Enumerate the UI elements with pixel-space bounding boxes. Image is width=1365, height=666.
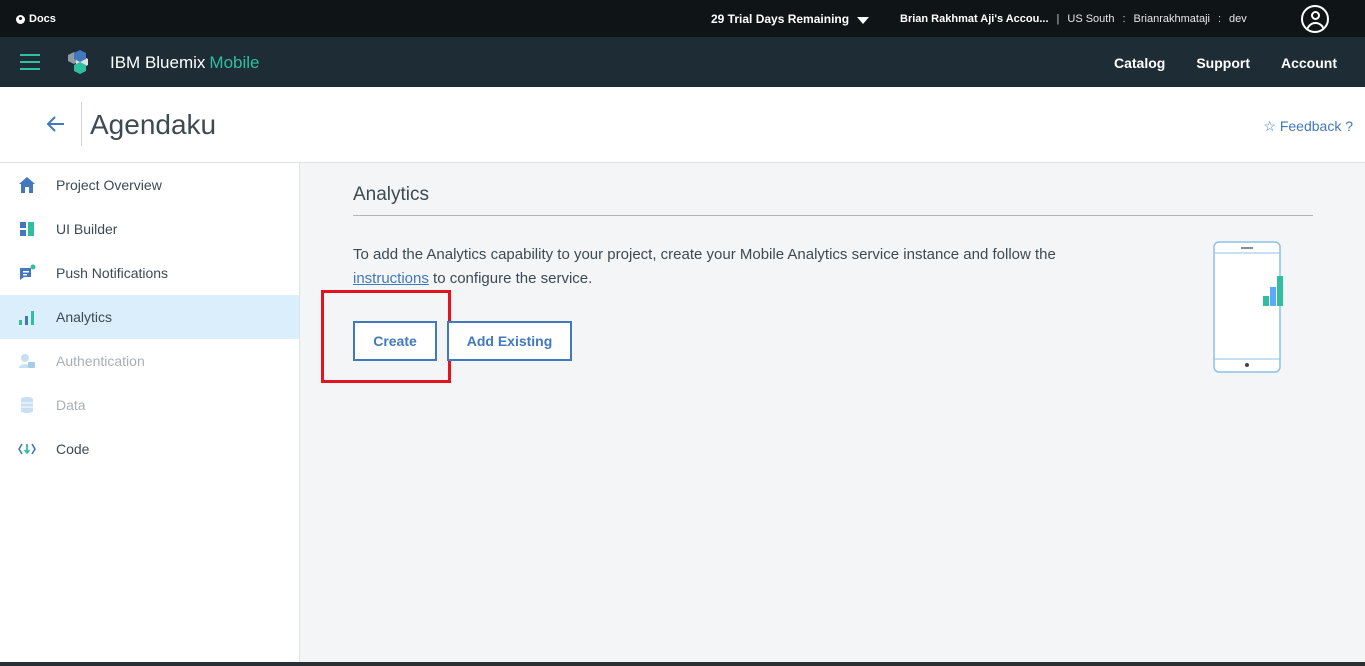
sidebar-item-data[interactable]: Data [0, 383, 299, 427]
sidebar-item-ui-builder[interactable]: UI Builder [0, 207, 299, 251]
header-divider [81, 102, 82, 146]
description-text-end: to configure the service. [428, 270, 593, 287]
brand-bar: IBM Bluemix Mobile Catalog Support Accoun… [0, 37, 1365, 87]
sidebar-item-label: UI Builder [56, 221, 118, 237]
org-label: Brianrakhmataji [1133, 13, 1210, 25]
brand-title: IBM Bluemix [110, 53, 206, 72]
sidebar-item-label: Project Overview [56, 177, 162, 193]
nav-account[interactable]: Account [1281, 55, 1337, 71]
analytics-icon [19, 311, 34, 325]
docs-label: Docs [29, 13, 56, 25]
back-arrow-icon[interactable] [46, 113, 66, 135]
bluemix-logo-icon [68, 50, 88, 74]
database-icon [21, 397, 33, 413]
docs-icon [16, 14, 25, 24]
separator: : [1122, 13, 1126, 25]
sidebar-item-analytics[interactable]: Analytics [0, 295, 299, 339]
trial-days-label: 29 Trial Days Remaining [711, 12, 850, 26]
instructions-link[interactable]: instructions [353, 270, 429, 287]
sidebar: Project Overview UI Builder Push Notific… [0, 163, 300, 666]
trial-days-dropdown[interactable]: 29 Trial Days Remaining [711, 12, 870, 26]
top-utility-bar: Docs 29 Trial Days Remaining Brian Rakhm… [0, 0, 1365, 37]
nav-support[interactable]: Support [1196, 55, 1250, 71]
code-icon [18, 443, 36, 455]
space-label: dev [1229, 13, 1247, 25]
user-avatar-icon[interactable] [1301, 5, 1329, 33]
add-existing-button[interactable]: Add Existing [447, 321, 572, 361]
nav-catalog[interactable]: Catalog [1114, 55, 1165, 71]
page-title: Agendaku [90, 109, 217, 140]
phone-analytics-illustration [1213, 241, 1283, 373]
separator: : [1217, 13, 1222, 25]
feedback-link[interactable]: ☆ Feedback ? [1263, 118, 1353, 135]
sidebar-item-label: Push Notifications [56, 265, 169, 281]
sidebar-item-project-overview[interactable]: Project Overview [0, 163, 299, 207]
sidebar-item-label: Code [56, 441, 90, 457]
create-button[interactable]: Create [353, 321, 437, 361]
bottom-edge [0, 662, 1365, 666]
section-heading: Analytics [353, 184, 430, 205]
description-text: To add the Analytics capability to your … [353, 246, 1056, 263]
caret-down-icon [857, 16, 870, 24]
push-notifications-icon [20, 264, 36, 280]
sidebar-item-authentication[interactable]: Authentication [0, 339, 299, 383]
sidebar-item-code[interactable]: Code [0, 427, 299, 471]
page-header: Agendaku ☆ Feedback ? [0, 87, 1365, 163]
home-icon [19, 177, 35, 193]
account-context[interactable]: Brian Rakhmat Aji's Accou... | US South … [900, 13, 1247, 25]
docs-link[interactable]: Docs [16, 13, 56, 25]
hamburger-menu-icon[interactable] [20, 54, 40, 70]
top-nav: Catalog Support Account [1114, 55, 1337, 71]
ui-builder-icon [20, 222, 34, 236]
region-label: US South [1067, 13, 1115, 25]
main-content: Analytics To add the Analytics capabilit… [300, 163, 1365, 666]
heading-rule [353, 215, 1313, 216]
brand-product: Mobile [209, 53, 260, 72]
sidebar-item-label: Authentication [56, 353, 145, 369]
sidebar-item-push-notifications[interactable]: Push Notifications [0, 251, 299, 295]
divider: | [1056, 13, 1060, 25]
sidebar-item-label: Analytics [56, 309, 113, 325]
authentication-icon [19, 354, 35, 368]
analytics-description: To add the Analytics capability to your … [353, 243, 1113, 291]
account-name: Brian Rakhmat Aji's Accou... [900, 13, 1049, 25]
brand-name: IBM Bluemix Mobile [110, 53, 260, 73]
sidebar-item-label: Data [56, 397, 86, 413]
